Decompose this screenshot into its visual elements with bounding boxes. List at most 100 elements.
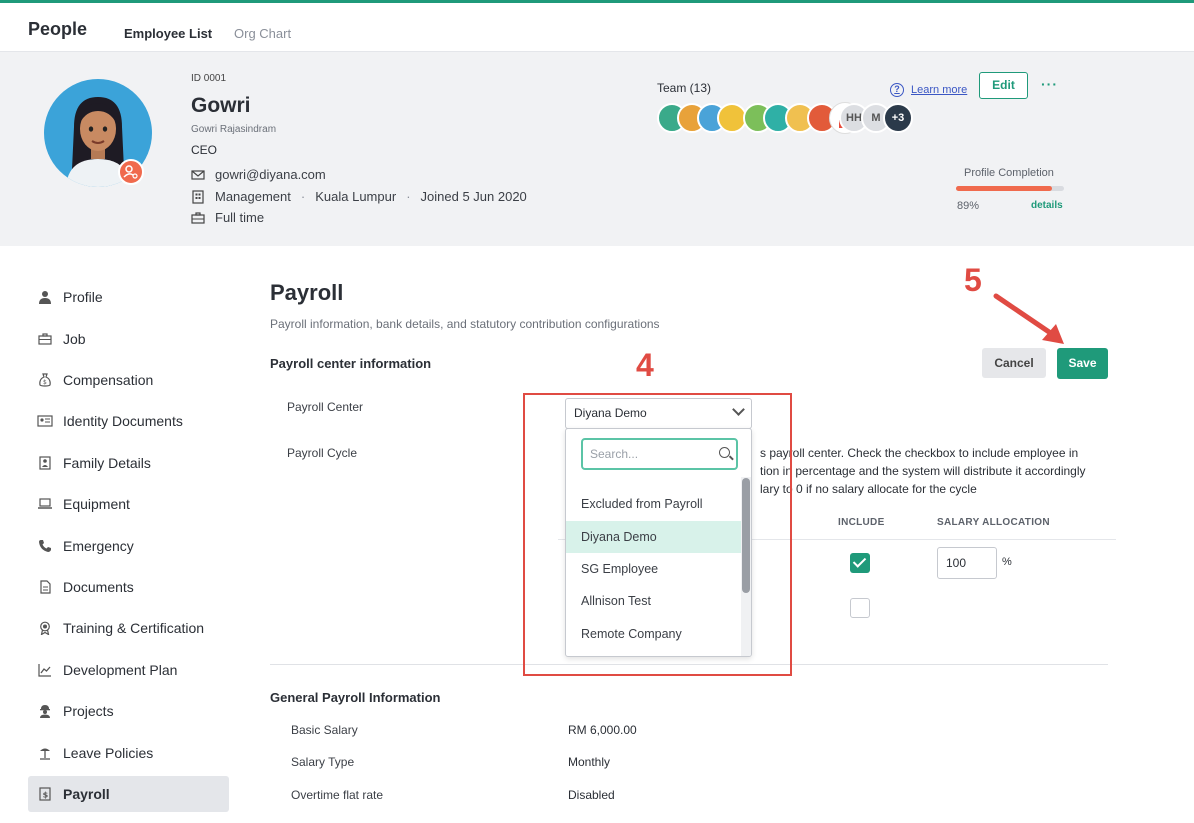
sidebar-item-profile[interactable]: Profile [28,279,229,315]
app-title: People [28,19,88,39]
sidebar-item-identity-documents[interactable]: Identity Documents [28,403,229,439]
employee-full-name: Gowri Rajasindram [191,124,277,135]
general-row-label: Basic Salary [291,723,358,737]
laptop-icon [37,496,53,512]
worker-icon [37,703,53,719]
percent-sign: % [1002,556,1012,568]
cancel-button[interactable]: Cancel [982,348,1046,378]
profile-completion-label: Profile Completion [964,167,1054,179]
section-title: Payroll center information [270,356,432,371]
sidebar-item-label: Development Plan [63,662,178,678]
general-row-value: Monthly [568,755,611,769]
general-row-label: Salary Type [291,755,355,769]
payroll-icon: $ [37,786,53,802]
profile-completion-percent: 89% [957,200,980,212]
annotation-highlight-box [523,393,792,676]
briefcase-icon [191,211,205,225]
top-bar: People Employee List Org Chart [0,3,1194,52]
salary-allocation-input[interactable]: 100 [937,547,997,579]
sidebar-item-family-details[interactable]: Family Details [28,445,229,481]
annotation-arrow-icon [993,293,1064,344]
briefcase-icon [37,331,53,347]
save-button[interactable]: Save [1057,348,1108,379]
column-header-salary-allocation: SALARY ALLOCATION [937,517,1050,528]
email-row: gowri@diyana.com [191,167,326,182]
sidebar-item-label: Identity Documents [63,413,183,429]
person-icon [37,289,53,305]
learn-more-label: Learn more [911,84,968,96]
id-card-icon [37,413,53,429]
employee-location: Kuala Lumpur [315,189,397,204]
sidebar-item-label: Family Details [63,455,151,471]
description-line: s payroll center. Check the checkbox to … [760,446,1079,460]
profile-completion-details-link[interactable]: details [1031,200,1063,211]
employee-department: Management [215,189,291,204]
payroll-cycle-description: s payroll center. Check the checkbox to … [760,444,1120,498]
money-bag-icon: $ [37,372,53,388]
sidebar-item-emergency[interactable]: Emergency [28,528,229,564]
svg-text:$: $ [43,379,47,386]
tab-employee-list[interactable]: Employee List [124,26,212,41]
award-icon [37,620,53,636]
separator-dot: · [406,189,411,204]
beach-icon [37,745,53,761]
user-settings-icon[interactable] [118,159,144,185]
employee-id: ID 0001 [191,73,227,84]
sidebar-item-label: Job [63,331,86,347]
sidebar-item-label: Compensation [63,372,154,388]
sidebar-item-job[interactable]: Job [28,321,229,357]
sidebar-item-documents[interactable]: Documents [28,569,229,605]
sidebar-item-projects[interactable]: Projects [28,693,229,729]
sidebar-item-payroll[interactable]: $ Payroll [28,776,229,812]
more-options-icon[interactable]: ··· [1041,76,1058,92]
separator-dot: · [300,189,306,204]
team-more-count[interactable]: +3 [883,103,913,133]
org-row: Management · Kuala Lumpur · Joined 5 Jun… [191,189,527,204]
svg-text:$: $ [43,791,49,800]
employee-name: Gowri [191,94,251,117]
column-header-include: INCLUDE [838,517,885,528]
profile-completion-fill [956,186,1053,191]
description-line: tion in percentage and the system will d… [760,464,1086,478]
sidebar-item-compensation[interactable]: $ Compensation [28,362,229,398]
employment-row: Full time [191,210,264,225]
general-section-title: General Payroll Information [270,690,441,705]
annotation-step-5: 5 [964,262,982,298]
employee-joined: Joined 5 Jun 2020 [420,189,527,204]
sidebar-item-label: Profile [63,289,103,305]
family-icon [37,455,53,471]
help-icon: ? [890,83,904,97]
general-row-value: RM 6,000.00 [568,723,637,737]
employee-email[interactable]: gowri@diyana.com [215,167,326,182]
employment-type: Full time [215,210,265,225]
document-icon [37,579,53,595]
edit-button[interactable]: Edit [979,72,1028,99]
page-title: Payroll [270,280,344,305]
sidebar-item-label: Leave Policies [63,745,154,761]
sidebar-item-development-plan[interactable]: Development Plan [28,652,229,688]
sidebar-item-label: Documents [63,579,134,595]
payroll-center-label: Payroll Center [287,400,364,414]
include-checkbox[interactable] [850,598,870,618]
sidebar-item-label: Payroll [63,786,110,802]
sidebar-item-label: Training & Certification [63,620,205,636]
include-checkbox[interactable] [850,553,870,573]
sidebar-item-training-certification[interactable]: Training & Certification [28,610,229,646]
profile-completion-bar [956,186,1064,191]
sidebar-item-leave-policies[interactable]: Leave Policies [28,735,229,771]
payroll-cycle-label: Payroll Cycle [287,446,358,460]
sidebar-item-label: Equipment [63,496,130,512]
sidebar-item-equipment[interactable]: Equipment [28,486,229,522]
tab-org-chart[interactable]: Org Chart [234,26,291,41]
learn-more-link[interactable]: ? Learn more [890,83,967,97]
phone-icon [37,538,53,554]
mail-icon [191,168,205,182]
building-icon [191,189,205,204]
sidebar-item-label: Projects [63,703,114,719]
general-row-label: Overtime flat rate [291,788,384,802]
team-label: Team (13) [657,81,712,95]
description-line: lary to 0 if no salary allocate for the … [760,482,977,496]
page-subtitle: Payroll information, bank details, and s… [270,317,660,331]
general-row-value: Disabled [568,788,615,802]
annotation-step-4: 4 [636,347,654,383]
